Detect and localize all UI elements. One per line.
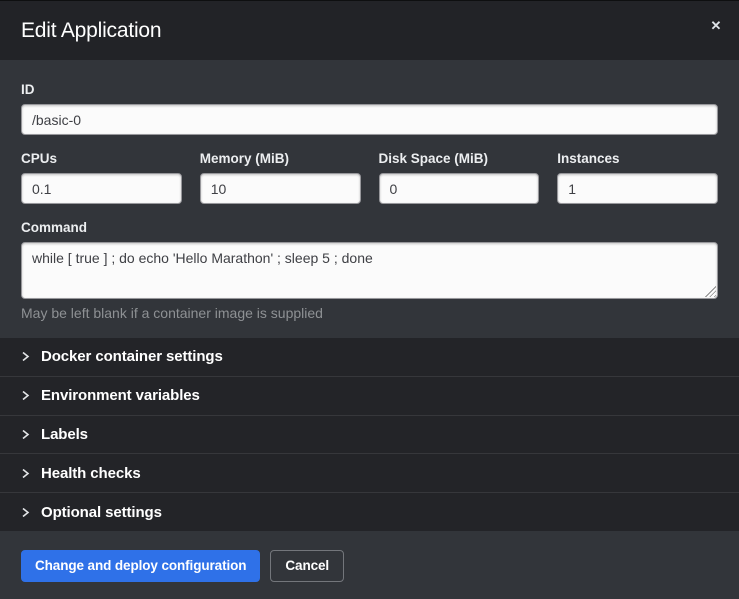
instances-label: Instances — [557, 151, 718, 166]
cpus-field-group: CPUs — [21, 151, 182, 204]
cpus-input[interactable] — [21, 173, 182, 204]
cancel-button[interactable]: Cancel — [270, 550, 344, 582]
disk-label: Disk Space (MiB) — [379, 151, 540, 166]
modal-footer: Change and deploy configuration Cancel — [0, 531, 739, 599]
memory-label: Memory (MiB) — [200, 151, 361, 166]
id-label: ID — [21, 82, 718, 97]
id-input[interactable] — [21, 104, 718, 135]
accordion-label: Labels — [41, 426, 88, 443]
resources-row: CPUs Memory (MiB) Disk Space (MiB) Insta… — [21, 151, 718, 204]
command-textarea-wrap: while [ true ] ; do echo 'Hello Marathon… — [21, 242, 718, 299]
command-textarea[interactable]: while [ true ] ; do echo 'Hello Marathon… — [21, 242, 718, 299]
accordion-labels[interactable]: Labels — [0, 415, 739, 454]
accordion-label: Docker container settings — [41, 348, 223, 365]
modal-body: ID CPUs Memory (MiB) Disk Space (MiB) In… — [0, 60, 739, 338]
memory-field-group: Memory (MiB) — [200, 151, 361, 204]
accordion-optional-settings[interactable]: Optional settings — [0, 492, 739, 531]
modal-header: Edit Application ✕ — [0, 1, 739, 60]
command-label: Command — [21, 220, 718, 235]
command-field-group: Command while [ true ] ; do echo 'Hello … — [21, 220, 718, 321]
instances-field-group: Instances — [557, 151, 718, 204]
disk-input[interactable] — [379, 173, 540, 204]
accordion-label: Environment variables — [41, 387, 200, 404]
cpus-label: CPUs — [21, 151, 182, 166]
chevron-right-icon — [21, 430, 30, 439]
command-help-text: May be left blank if a container image i… — [21, 305, 718, 321]
memory-input[interactable] — [200, 173, 361, 204]
accordion-docker-container-settings[interactable]: Docker container settings — [0, 338, 739, 376]
instances-input[interactable] — [557, 173, 718, 204]
accordion-label: Optional settings — [41, 504, 162, 521]
chevron-right-icon — [21, 508, 30, 517]
chevron-right-icon — [21, 469, 30, 478]
chevron-right-icon — [21, 391, 30, 400]
id-field-group: ID — [21, 82, 718, 135]
accordion-sections: Docker container settings Environment va… — [0, 338, 739, 531]
accordion-health-checks[interactable]: Health checks — [0, 453, 739, 492]
modal-title: Edit Application — [21, 19, 161, 43]
disk-field-group: Disk Space (MiB) — [379, 151, 540, 204]
close-icon[interactable]: ✕ — [706, 16, 726, 36]
chevron-right-icon — [21, 352, 30, 361]
change-and-deploy-button[interactable]: Change and deploy configuration — [21, 550, 260, 582]
accordion-environment-variables[interactable]: Environment variables — [0, 376, 739, 415]
accordion-label: Health checks — [41, 465, 141, 482]
edit-application-modal: Edit Application ✕ ID CPUs Memory (MiB) … — [0, 0, 739, 599]
